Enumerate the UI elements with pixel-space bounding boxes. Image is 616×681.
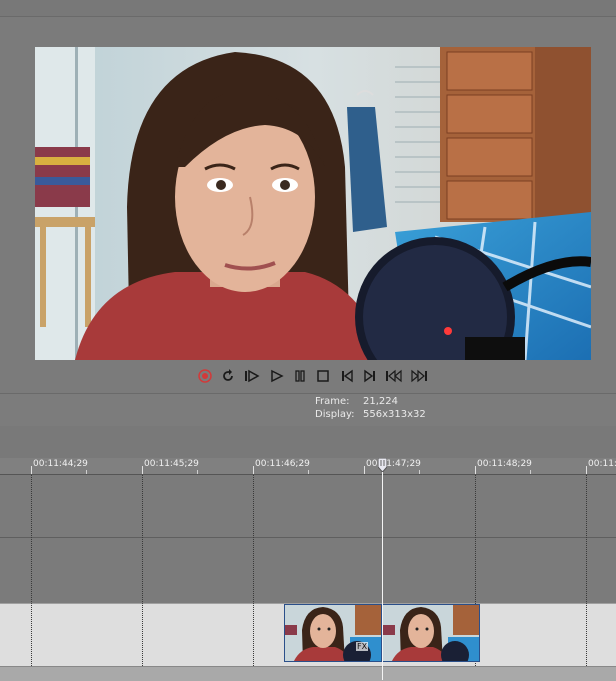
fast-forward-icon bbox=[411, 369, 427, 383]
video-clip[interactable] bbox=[382, 604, 480, 662]
record-button[interactable] bbox=[196, 367, 214, 385]
playhead-line[interactable] bbox=[382, 458, 383, 680]
ruler-tick-label: 00:11:44;29 bbox=[33, 459, 88, 469]
ruler-tick bbox=[253, 466, 254, 474]
timeline-gridline bbox=[586, 475, 587, 680]
ruler-tick bbox=[586, 466, 587, 474]
preview-info-bar: Frame: 21,224 Display: 556x313x32 bbox=[0, 393, 616, 427]
stop-icon bbox=[317, 370, 329, 382]
ruler-tick bbox=[31, 466, 32, 474]
pause-icon bbox=[295, 370, 305, 382]
play-from-start-button[interactable] bbox=[243, 367, 261, 385]
fast-forward-button[interactable] bbox=[410, 367, 428, 385]
rewind-icon bbox=[386, 369, 402, 383]
next-frame-icon bbox=[364, 369, 375, 383]
webcam-frame-image bbox=[35, 47, 591, 360]
frame-label: Frame: bbox=[315, 396, 350, 407]
loop-button[interactable] bbox=[219, 367, 237, 385]
previous-frame-button[interactable] bbox=[338, 367, 356, 385]
play-icon bbox=[271, 369, 284, 383]
ruler-tick bbox=[419, 470, 420, 474]
timeline-gridline bbox=[253, 475, 254, 680]
ruler-tick-label: 00:11:4 bbox=[588, 459, 616, 469]
ruler-tick-label: 00:11:47;29 bbox=[366, 459, 421, 469]
top-toolbar-strip bbox=[0, 0, 616, 17]
transport-controls bbox=[193, 365, 433, 387]
rewind-button[interactable] bbox=[385, 367, 403, 385]
play-button[interactable] bbox=[268, 367, 286, 385]
ruler-tick bbox=[475, 466, 476, 474]
video-clip[interactable] bbox=[284, 604, 382, 662]
ruler-tick bbox=[530, 470, 531, 474]
ruler-tick bbox=[142, 466, 143, 474]
playhead-handle-icon[interactable] bbox=[378, 458, 387, 472]
pause-button[interactable] bbox=[291, 367, 309, 385]
previous-frame-icon bbox=[342, 369, 353, 383]
ruler-tick-label: 00:11:48;29 bbox=[477, 459, 532, 469]
ruler-tick bbox=[364, 466, 365, 474]
frame-value: 21,224 bbox=[363, 396, 398, 407]
play-from-start-icon bbox=[245, 369, 260, 383]
ruler-tick-label: 00:11:46;29 bbox=[255, 459, 310, 469]
ruler-tick-label: 00:11:45;29 bbox=[144, 459, 199, 469]
timeline-ruler[interactable]: 00:11:44;29 00:11:45;29 00:11:46;29 00:1… bbox=[0, 458, 616, 475]
timeline-track-area[interactable] bbox=[0, 475, 616, 605]
timeline-header bbox=[0, 426, 616, 458]
loop-icon bbox=[223, 369, 233, 381]
timeline-bottom-strip bbox=[0, 666, 616, 681]
stop-button[interactable] bbox=[314, 367, 332, 385]
next-frame-button[interactable] bbox=[361, 367, 379, 385]
display-label: Display: bbox=[315, 409, 355, 420]
timeline-gridline bbox=[31, 475, 32, 680]
timeline-gridline bbox=[142, 475, 143, 680]
display-value: 556x313x32 bbox=[363, 409, 426, 420]
ruler-tick bbox=[308, 470, 309, 474]
clip-thumbnail bbox=[285, 605, 381, 661]
video-preview-frame bbox=[35, 47, 591, 360]
record-icon bbox=[198, 369, 212, 383]
clip-thumbnail bbox=[383, 605, 479, 661]
ruler-tick bbox=[197, 470, 198, 474]
ruler-tick bbox=[86, 470, 87, 474]
clip-fx-label[interactable]: FX bbox=[356, 642, 369, 651]
track-separator bbox=[0, 537, 616, 538]
